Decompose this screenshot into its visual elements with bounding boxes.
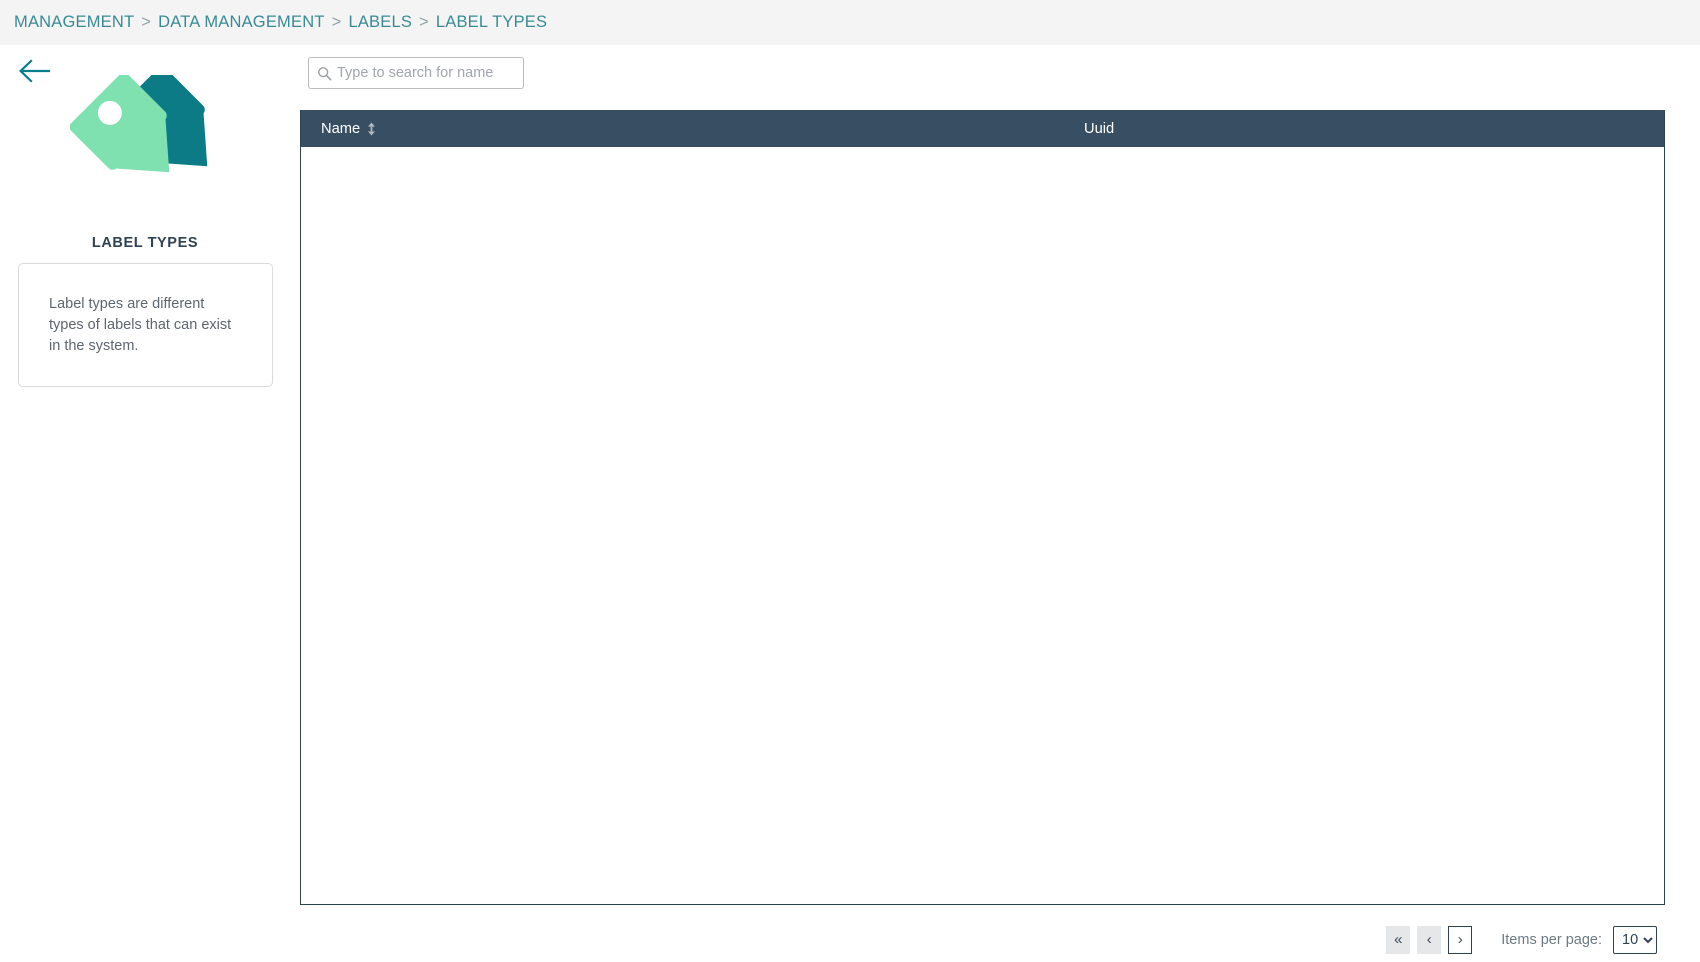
column-header-uuid[interactable]: Uuid bbox=[1084, 121, 1114, 137]
table-body bbox=[301, 147, 1664, 903]
paginator: « ‹ › Items per page: 10 bbox=[300, 917, 1665, 962]
description-card: Label types are different types of label… bbox=[18, 263, 273, 387]
breadcrumb-separator: > bbox=[331, 13, 342, 31]
breadcrumb-item-management[interactable]: MANAGEMENT bbox=[14, 13, 134, 32]
search-icon bbox=[317, 66, 332, 81]
items-per-page-select[interactable]: 10 bbox=[1613, 925, 1657, 954]
breadcrumb-item-data-management[interactable]: DATA MANAGEMENT bbox=[158, 13, 325, 32]
main-content: Name Uuid « ‹ › Items per page: 10 bbox=[300, 45, 1700, 954]
label-types-table: Name Uuid bbox=[300, 110, 1665, 905]
arrow-left-icon bbox=[19, 59, 50, 83]
page-title: LABEL TYPES bbox=[91, 235, 199, 251]
next-page-button[interactable]: › bbox=[1448, 925, 1473, 954]
breadcrumb-bar: MANAGEMENT > DATA MANAGEMENT > LABELS > … bbox=[0, 0, 1700, 45]
description-text: Label types are different types of label… bbox=[49, 295, 232, 354]
search-box[interactable] bbox=[308, 57, 524, 89]
search-container bbox=[308, 57, 524, 89]
column-header-name[interactable]: Name bbox=[321, 121, 376, 137]
table-header-row: Name Uuid bbox=[301, 110, 1664, 147]
breadcrumb-item-labels[interactable]: LABELS bbox=[348, 13, 412, 32]
column-header-uuid-label: Uuid bbox=[1084, 120, 1115, 137]
left-panel: LABEL TYPES Label types are different ty… bbox=[0, 45, 300, 920]
breadcrumb: MANAGEMENT > DATA MANAGEMENT > LABELS > … bbox=[14, 13, 547, 32]
search-input[interactable] bbox=[337, 59, 524, 87]
back-button[interactable] bbox=[18, 58, 52, 84]
previous-page-button[interactable]: ‹ bbox=[1417, 925, 1442, 954]
items-per-page-label: Items per page: bbox=[1501, 931, 1602, 948]
breadcrumb-item-label-types[interactable]: LABEL TYPES bbox=[436, 13, 547, 32]
breadcrumb-separator: > bbox=[419, 13, 429, 31]
sort-updown-icon[interactable] bbox=[367, 122, 376, 136]
column-header-name-label: Name bbox=[321, 120, 361, 137]
first-page-button[interactable]: « bbox=[1386, 925, 1411, 954]
breadcrumb-separator: > bbox=[141, 13, 152, 31]
tag-labels-icon bbox=[67, 64, 230, 225]
